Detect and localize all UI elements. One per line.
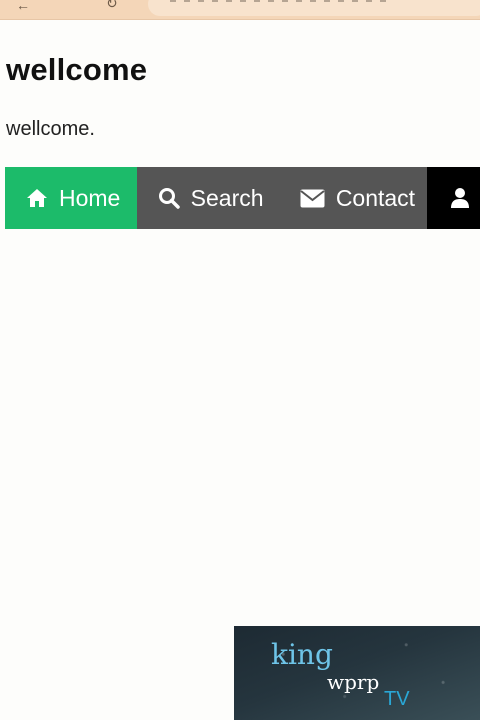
nav-item-label: Contact <box>335 184 416 211</box>
address-text-obscured <box>170 0 390 2</box>
home-icon <box>26 188 48 208</box>
nav-item-label: Home <box>59 184 121 211</box>
address-bar[interactable] <box>148 0 480 16</box>
envelope-icon <box>300 189 325 208</box>
watermark-line-2: wprp <box>327 670 380 694</box>
nav-item-home[interactable]: Home <box>5 167 137 229</box>
navbar: Home Search Contact <box>5 167 480 229</box>
arrow-left-icon[interactable]: ← <box>16 0 40 12</box>
channel-watermark-logo: king wprp TV <box>234 626 480 720</box>
watermark-line-1: king <box>271 638 333 671</box>
browser-toolbar: ← ↻ <box>0 0 480 20</box>
page-text: wellcome. <box>6 118 95 140</box>
reload-icon[interactable]: ↻ <box>106 0 124 10</box>
nav-item-contact[interactable]: Contact <box>279 167 427 229</box>
search-icon <box>158 187 180 209</box>
nav-item-user[interactable] <box>426 167 480 229</box>
nav-item-label: Search <box>190 184 264 211</box>
user-icon <box>450 187 470 209</box>
watermark-line-3: TV <box>384 688 410 710</box>
page-title: wellcome <box>6 52 148 87</box>
nav-item-search[interactable]: Search <box>137 167 279 229</box>
